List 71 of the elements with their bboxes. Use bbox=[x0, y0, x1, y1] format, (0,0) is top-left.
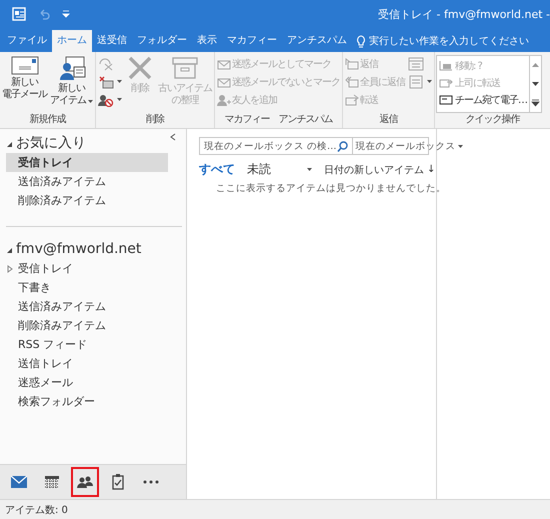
mail-mark-icon bbox=[217, 76, 231, 88]
scroll-up-icon bbox=[531, 61, 540, 70]
window-title: 受信トレイ - fmv@fmworld.net - bbox=[378, 6, 550, 22]
customize-icon bbox=[62, 10, 70, 18]
filter-tab[interactable]: すべて bbox=[199, 161, 235, 178]
ribbon-tab[interactable]: ホーム bbox=[52, 30, 92, 52]
delete-icon bbox=[126, 55, 154, 81]
folder-item[interactable]: 受信トレイ bbox=[6, 259, 168, 278]
dropdown-caret-icon bbox=[117, 98, 122, 101]
dropdown-caret-icon bbox=[427, 80, 432, 83]
reply-all-icon bbox=[345, 76, 359, 88]
reply-icon bbox=[345, 58, 359, 70]
dropdown-caret-icon bbox=[117, 80, 122, 83]
group-label: マカフィー アンチスパム bbox=[224, 113, 334, 127]
junk-icon bbox=[98, 92, 114, 106]
folder-item[interactable]: 受信トレイ bbox=[6, 153, 168, 172]
folder-item[interactable]: 送信済みアイテム bbox=[6, 297, 168, 316]
ribbon-button[interactable]: 新しい アイテム bbox=[49, 54, 94, 113]
ribbon-tab[interactable]: フォルダー bbox=[132, 30, 192, 52]
folder-item[interactable]: RSS フィード bbox=[6, 335, 168, 354]
status-text: アイテム数: 0 bbox=[5, 504, 68, 516]
move-icon bbox=[439, 60, 453, 71]
folder-item[interactable]: 削除済みアイテム bbox=[6, 191, 168, 210]
calendar-icon bbox=[45, 476, 59, 488]
person-calendar-icon bbox=[58, 55, 86, 81]
scroll-down-icon bbox=[531, 80, 540, 88]
group-label: クイック操作 bbox=[464, 113, 521, 127]
ribbon-tab[interactable]: 表示 bbox=[192, 30, 222, 52]
folder-item[interactable]: 検索フォルダー bbox=[6, 392, 168, 411]
sort-arrow[interactable]: ↓ bbox=[427, 164, 436, 175]
filter-tab[interactable]: 未読 bbox=[247, 161, 271, 178]
outlook-icon bbox=[12, 7, 26, 21]
nav-people-button[interactable] bbox=[71, 467, 99, 497]
dropdown-caret-icon bbox=[88, 100, 93, 102]
folder-item[interactable]: 送信済みアイテム bbox=[6, 172, 168, 191]
ribbon-tab[interactable]: ファイル bbox=[2, 30, 52, 52]
forward-mail-icon bbox=[439, 77, 453, 88]
meeting-icon bbox=[408, 56, 424, 70]
folder-section-title[interactable]: お気に入り bbox=[16, 134, 86, 152]
clipboard-check-icon bbox=[112, 474, 124, 490]
ribbon-tab[interactable]: マカフィー アンチスパム bbox=[222, 30, 352, 52]
expand-icon bbox=[531, 98, 540, 107]
group-label: 新規作成 bbox=[28, 113, 67, 127]
person-add-icon bbox=[217, 94, 231, 106]
dropdown-caret-icon bbox=[458, 144, 463, 148]
collapse-icon bbox=[170, 133, 176, 141]
more-actions-icon bbox=[408, 74, 424, 88]
folder-item[interactable]: 迷惑メール bbox=[6, 373, 168, 392]
tell-me-field[interactable]: 実行したい作業を入力してください bbox=[369, 34, 529, 48]
folder-item[interactable]: 送信トレイ bbox=[6, 354, 168, 373]
folder-item[interactable]: 下書き bbox=[6, 278, 168, 297]
group-label: 返信 bbox=[378, 113, 399, 127]
ignore-icon bbox=[98, 56, 114, 70]
forward-icon bbox=[345, 94, 359, 106]
group-label: 削除 bbox=[145, 113, 166, 127]
people-icon bbox=[77, 476, 93, 488]
ribbon-button[interactable]: 新しい 電子メール bbox=[1, 54, 48, 113]
folder-section-title[interactable]: fmv@fmworld.net bbox=[16, 241, 142, 257]
envelope-icon bbox=[10, 55, 38, 75]
lightbulb-icon bbox=[356, 34, 366, 48]
cleanup-icon bbox=[98, 74, 114, 88]
archive-icon bbox=[171, 55, 199, 81]
envelope-icon bbox=[11, 476, 27, 488]
more-icon bbox=[143, 480, 159, 484]
folder-item[interactable]: 削除済みアイテム bbox=[6, 316, 168, 335]
quick-step[interactable]: チーム宛て電子… bbox=[439, 91, 527, 108]
mail-mark-icon bbox=[217, 58, 231, 70]
sort-button[interactable]: 日付の新しいアイテム bbox=[324, 162, 424, 176]
ribbon-tab[interactable]: 送受信 bbox=[92, 30, 132, 52]
dropdown-caret-icon bbox=[307, 168, 312, 171]
mail-icon bbox=[439, 94, 453, 105]
